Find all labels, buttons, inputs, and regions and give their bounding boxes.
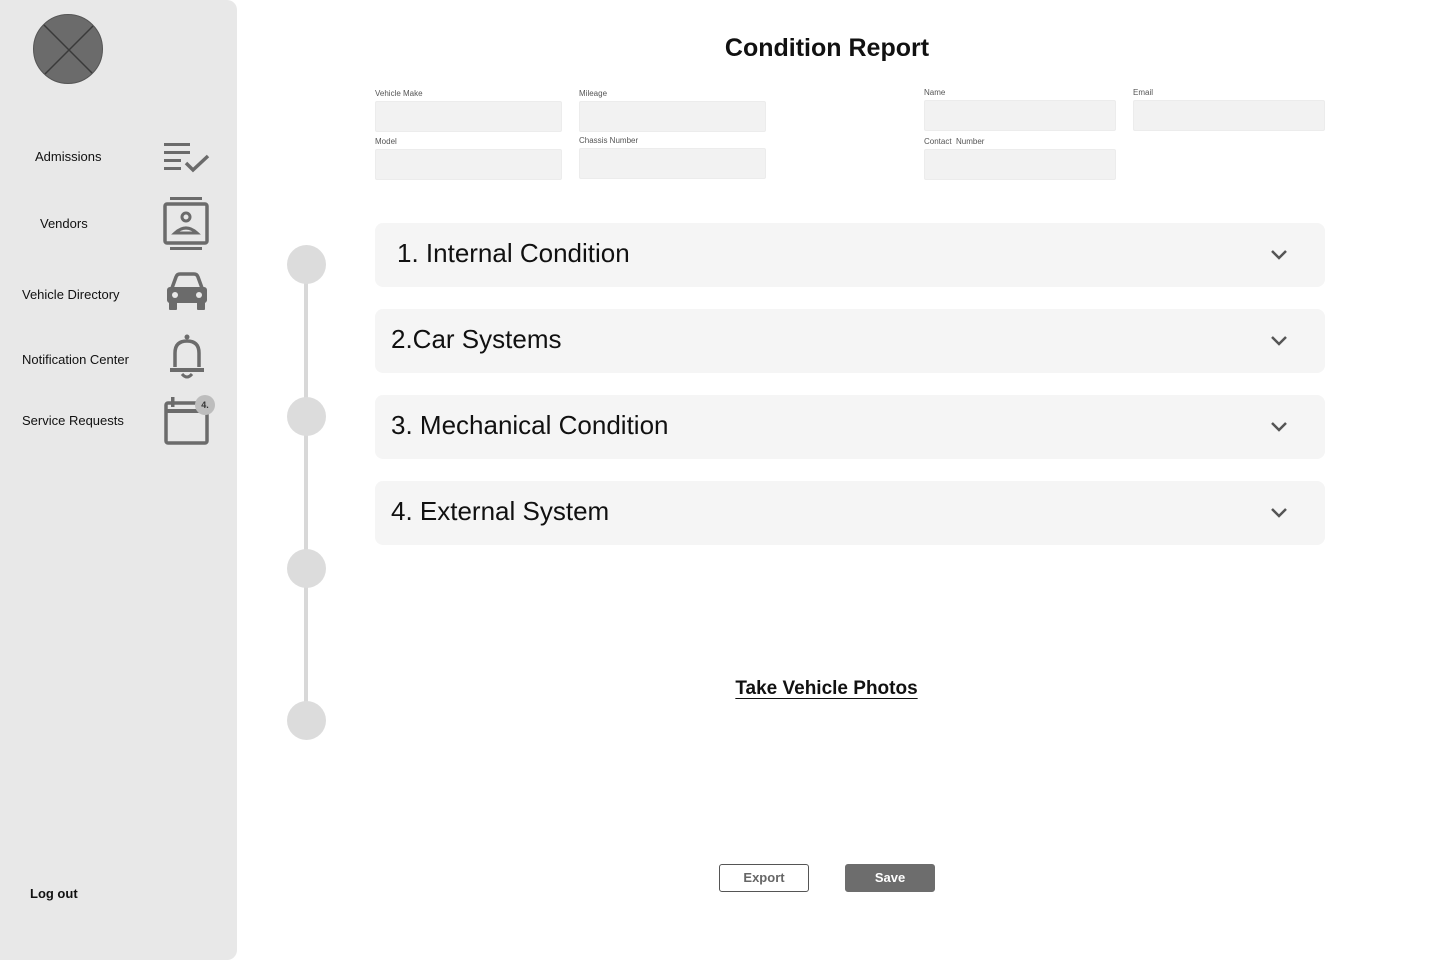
section-title: 4. External System <box>391 496 610 526</box>
sidebar-item-label: Vendors <box>40 216 88 231</box>
mileage-field[interactable] <box>579 101 766 132</box>
section-car-systems[interactable]: 2.Car Systems <box>375 309 1325 373</box>
page-title: Condition Report <box>724 34 930 62</box>
model-label: Model <box>375 137 397 146</box>
bell-icon <box>170 334 204 379</box>
section-title: 1. Internal Condition <box>397 238 630 268</box>
sidebar-item-vehicle-directory[interactable]: Vehicle Directory <box>0 264 237 324</box>
contact-number-label: Contact Number <box>924 137 985 146</box>
car-icon <box>167 272 207 310</box>
chevron-down-icon <box>1271 508 1287 518</box>
sidebar-item-vendors[interactable]: Vendors <box>0 193 237 253</box>
name-label: Name <box>924 88 946 97</box>
step-indicator-4[interactable] <box>287 701 326 740</box>
sidebar: Admissions Vendors Vehicle Directory Not… <box>0 0 237 960</box>
section-title: 2.Car Systems <box>391 324 562 354</box>
email-label: Email <box>1133 88 1154 97</box>
section-external-system[interactable]: 4. External System <box>375 481 1325 545</box>
chevron-down-icon <box>1271 422 1287 432</box>
stepper-track <box>304 264 308 720</box>
chevron-down-icon <box>1271 250 1287 260</box>
sidebar-item-label: Notification Center <box>22 352 129 367</box>
vehicle-make-label: Vehicle Make <box>375 89 423 98</box>
step-indicator-3[interactable] <box>287 549 326 588</box>
chevron-down-icon <box>1271 336 1287 346</box>
vehicle-make-field[interactable] <box>375 101 562 132</box>
contact-number-field[interactable] <box>924 149 1116 180</box>
export-button[interactable]: Export <box>719 864 809 892</box>
logout-link[interactable]: Log out <box>30 886 78 901</box>
section-title: 3. Mechanical Condition <box>391 410 669 440</box>
save-button[interactable]: Save <box>845 864 935 892</box>
name-field[interactable] <box>924 100 1116 131</box>
contact-card-icon <box>163 197 209 250</box>
mileage-label: Mileage <box>579 89 608 98</box>
sidebar-item-notification-center[interactable]: Notification Center <box>0 329 237 389</box>
sidebar-item-label: Admissions <box>35 149 102 164</box>
step-indicator-1[interactable] <box>287 245 326 284</box>
model-field[interactable] <box>375 149 562 180</box>
chassis-number-label: Chassis Number <box>579 136 639 145</box>
checklist-icon <box>164 143 210 173</box>
chassis-number-field[interactable] <box>579 148 766 179</box>
sidebar-item-admissions[interactable]: Admissions <box>0 128 237 188</box>
email-field[interactable] <box>1133 100 1325 131</box>
take-vehicle-photos-link[interactable]: Take Vehicle Photos <box>600 678 1053 700</box>
section-mechanical-condition[interactable]: 3. Mechanical Condition <box>375 395 1325 459</box>
sidebar-item-label: Service Requests <box>22 413 124 428</box>
step-indicator-2[interactable] <box>287 397 326 436</box>
notification-count-badge: 4. <box>195 395 215 415</box>
sidebar-item-label: Vehicle Directory <box>22 287 120 302</box>
logo-placeholder-icon[interactable] <box>33 14 103 84</box>
section-internal-condition[interactable]: 1. Internal Condition <box>375 223 1325 287</box>
